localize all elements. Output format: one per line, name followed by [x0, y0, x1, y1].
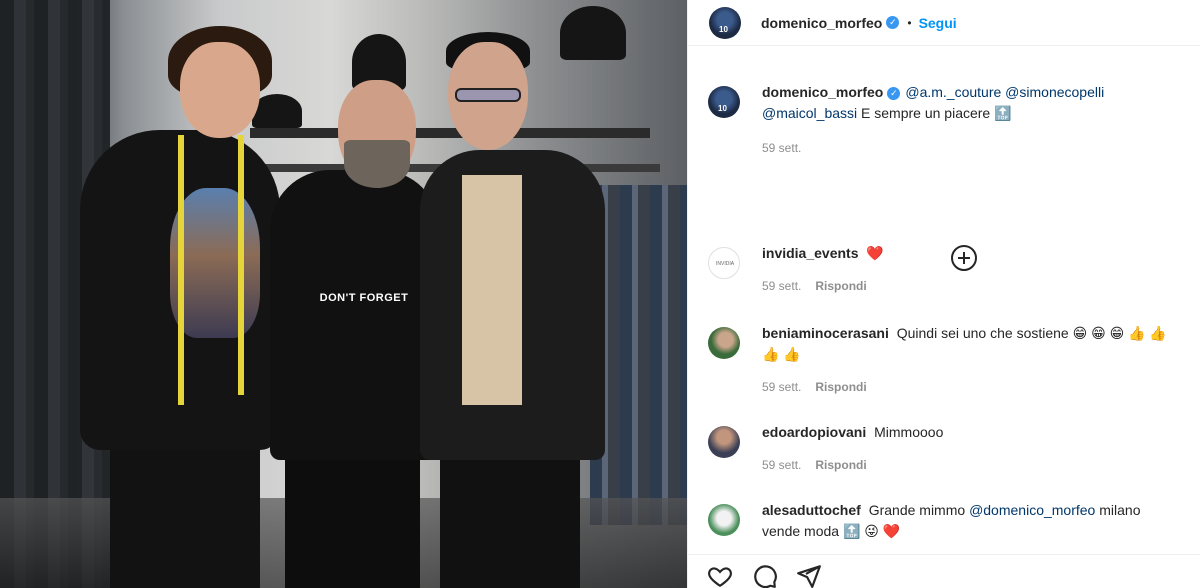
- reply-button[interactable]: Rispondi: [815, 380, 866, 394]
- reply-button[interactable]: Rispondi: [815, 279, 866, 293]
- reply-button[interactable]: Rispondi: [815, 458, 866, 472]
- caption-row: domenico_morfeo ✓ @a.m._couture @simonecop…: [708, 82, 1188, 159]
- comment-item: edoardopiovani Mimmoooo 59 sett. Rispondi: [708, 422, 1188, 476]
- post-sidebar: domenico_morfeo ✓ • Segui domenico_morfe…: [687, 0, 1200, 588]
- comment-text: invidia_events ❤️ 59 sett. Rispondi: [762, 243, 1182, 297]
- verified-icon: ✓: [886, 16, 900, 29]
- commenter-avatar[interactable]: [708, 504, 740, 536]
- shirt-text: DON'T FORGET: [319, 292, 409, 304]
- mention-link[interactable]: @domenico_morfeo: [969, 502, 1095, 518]
- caption-username[interactable]: domenico_morfeo: [762, 84, 883, 100]
- comment-item: beniaminocerasani Quindi sei uno che sos…: [708, 323, 1188, 398]
- comment-text: alesaduttochef Grande mimmo @domenico_mo…: [762, 500, 1182, 542]
- measuring-tape: [178, 135, 184, 405]
- follow-button[interactable]: Segui: [919, 15, 957, 31]
- caption-text: domenico_morfeo ✓ @a.m._couture @simonecop…: [762, 82, 1182, 159]
- timestamp[interactable]: 59 sett.: [762, 380, 801, 394]
- tshirt: [462, 175, 522, 405]
- comment-body: Quindi sei uno che sostiene: [896, 325, 1069, 341]
- heart-emoji: ❤️: [866, 245, 884, 261]
- face: [180, 42, 260, 138]
- commenter-avatar[interactable]: [708, 426, 740, 458]
- share-icon[interactable]: [796, 563, 822, 588]
- comment-emoji: 🔝 😜 ❤️: [842, 523, 901, 539]
- timestamp[interactable]: 59 sett.: [762, 458, 801, 472]
- heart-icon[interactable]: [707, 563, 733, 588]
- commenter-username[interactable]: beniaminocerasani: [762, 325, 889, 341]
- comment-text: edoardopiovani Mimmoooo 59 sett. Rispondi: [762, 422, 1182, 476]
- commenter-username[interactable]: edoardopiovani: [762, 424, 866, 440]
- comment-icon[interactable]: [752, 563, 778, 588]
- comment-meta: 59 sett. Rispondi: [762, 276, 1182, 297]
- measuring-tape: [238, 135, 244, 395]
- mention-link[interactable]: @maicol_bassi: [762, 105, 857, 121]
- comment-item: invidia_events ❤️ 59 sett. Rispondi: [708, 243, 1188, 297]
- comment-meta: 59 sett. Rispondi: [762, 455, 1182, 476]
- caption-avatar[interactable]: [708, 86, 740, 118]
- author-avatar[interactable]: [709, 6, 741, 39]
- person-center: [270, 170, 440, 460]
- sunglasses: [455, 88, 521, 102]
- author-username[interactable]: domenico_morfeo: [761, 15, 882, 31]
- post-photo[interactable]: DON'T FORGET: [0, 0, 687, 588]
- commenter-avatar[interactable]: [708, 327, 740, 359]
- comment-text: beniaminocerasani Quindi sei uno che sos…: [762, 323, 1182, 398]
- verified-icon: ✓: [887, 87, 901, 100]
- comment-meta: 59 sett. Rispondi: [762, 377, 1182, 398]
- commenter-username[interactable]: alesaduttochef: [762, 502, 861, 518]
- mention-link[interactable]: @simonecopelli: [1005, 84, 1104, 100]
- commenter-avatar[interactable]: [708, 247, 740, 279]
- caption-time: 59 sett.: [762, 138, 1182, 159]
- caption-body: E sempre un piacere: [861, 105, 991, 121]
- commenter-username[interactable]: invidia_events: [762, 245, 859, 261]
- post-header: domenico_morfeo ✓ • Segui: [688, 0, 1200, 46]
- mention-link[interactable]: @a.m._couture: [905, 84, 1001, 100]
- timestamp[interactable]: 59 sett.: [762, 141, 801, 155]
- comment-body: Grande mimmo: [868, 502, 966, 518]
- comment-body: Mimmoooo: [874, 424, 944, 440]
- top-emoji: 🔝: [994, 105, 1012, 121]
- action-bar: [688, 554, 1200, 588]
- beard: [344, 140, 410, 188]
- shelf: [250, 128, 650, 138]
- separator-dot: •: [907, 15, 912, 30]
- comment-item: alesaduttochef Grande mimmo @domenico_mo…: [708, 500, 1188, 542]
- timestamp[interactable]: 59 sett.: [762, 279, 801, 293]
- cap: [560, 6, 626, 60]
